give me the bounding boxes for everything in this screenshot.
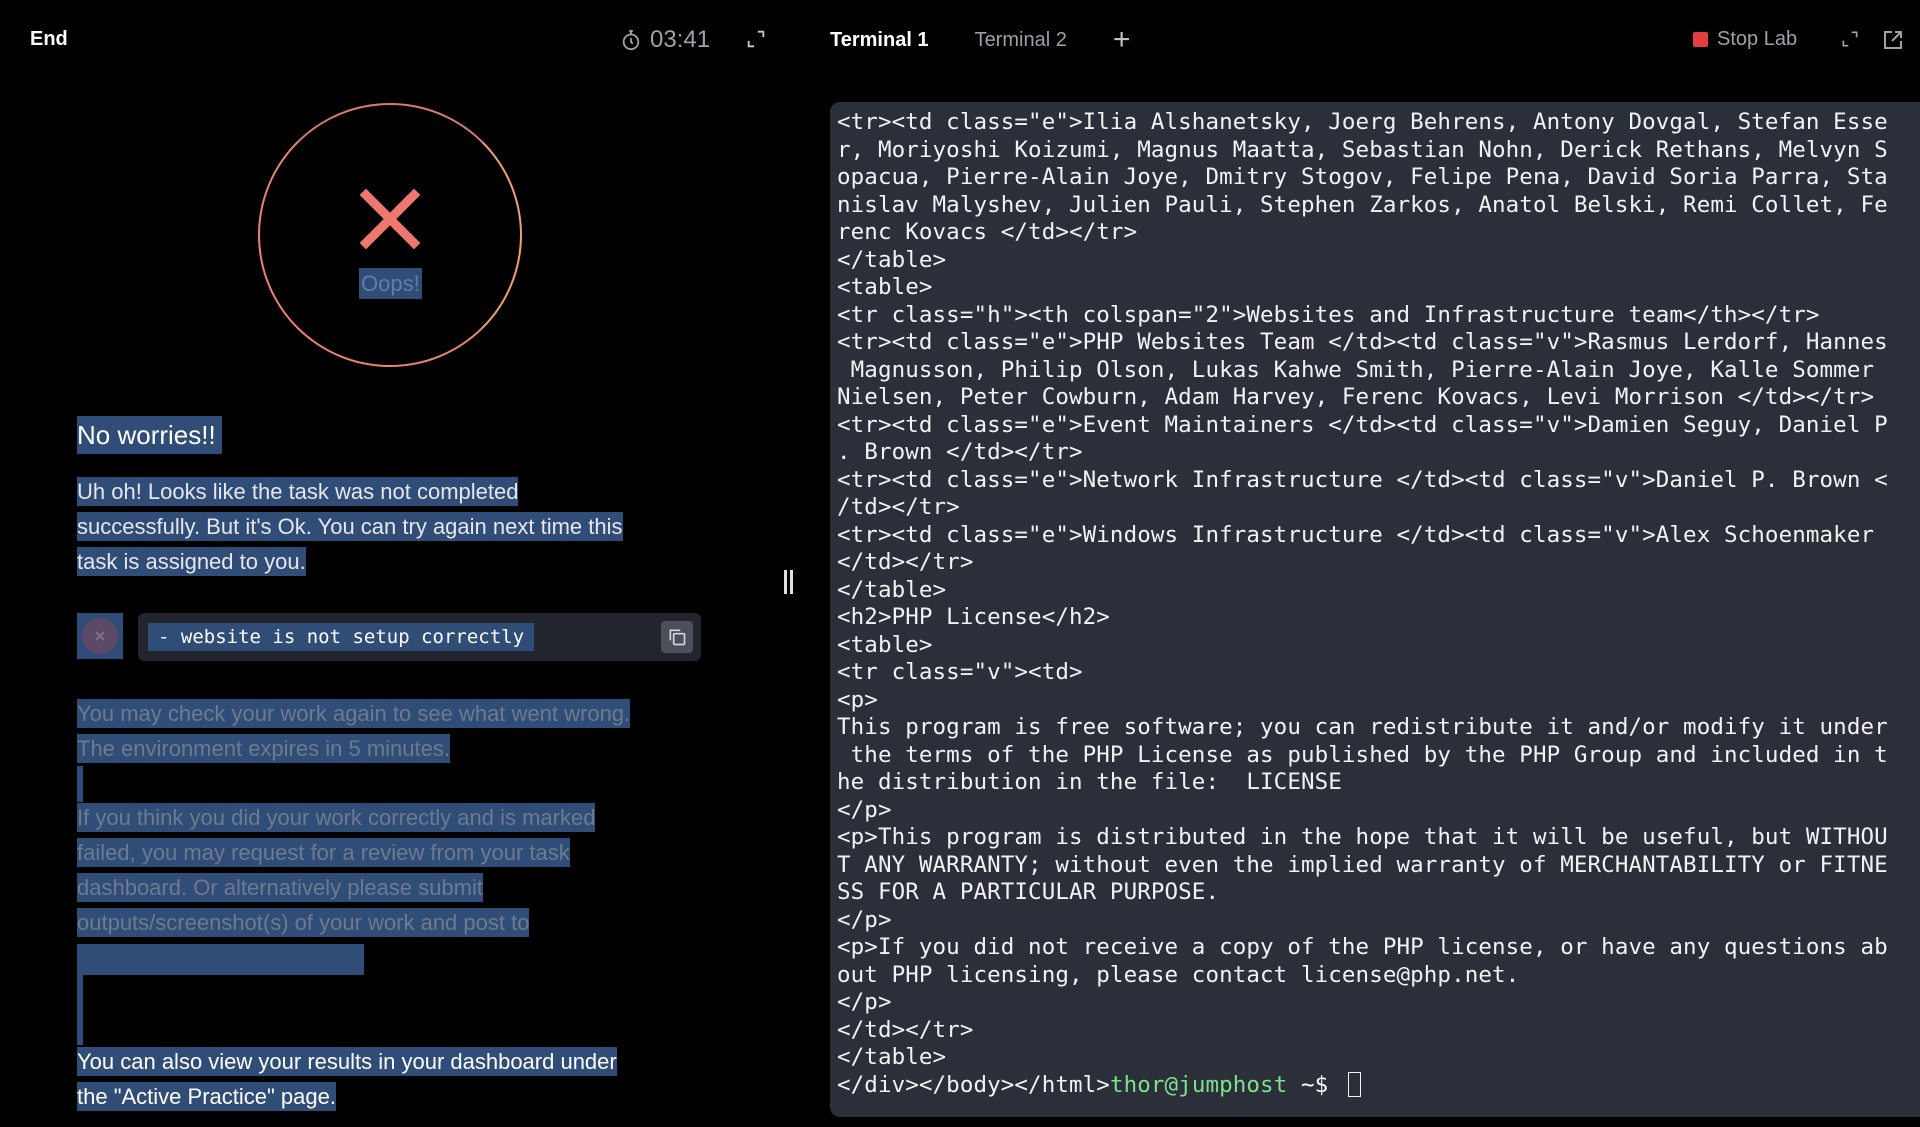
terminal-line: the terms of the PHP License as publishe… [837,741,1888,768]
copy-icon [669,629,686,646]
expand-icon[interactable] [745,28,767,55]
terminal-line: <tr class="v"><td> [837,659,1083,685]
stop-icon [1693,32,1708,47]
tab-terminal-1[interactable]: Terminal 1 [830,29,929,52]
left-header: End 03:41 [0,0,800,80]
terminal-line: <tr><td class="e">Event Maintainers </td… [837,411,1888,438]
terminal-line: /td></tr> [837,494,960,520]
terminal-line: <p>This program is distributed in the ho… [837,824,1888,850]
result-title: No worries!! [77,416,222,454]
terminal-line: </table> [837,576,947,603]
terminal-line: Magnusson, Philip Olson, Lukas Kahwe Smi… [837,356,1875,383]
message-line: successfully. But it's Ok. You can try a… [77,512,623,541]
terminal-line: <table> [837,274,933,300]
terminal-line: <p>If you did not receive a copy of the … [837,934,1888,960]
pane-resize-handle[interactable] [784,570,796,599]
message-line: failed, you may request for a review fro… [77,838,570,867]
terminal-line: out PHP licensing, please contact licens… [837,961,1520,988]
terminal-line: T ANY WARRANTY; without even the implied… [837,851,1888,878]
expand-icon[interactable] [1840,29,1860,54]
stop-lab-button[interactable]: Stop Lab [1693,28,1797,51]
result-label: Oops! [359,268,422,299]
message-line: dashboard. Or alternatively please submi… [77,873,483,902]
prompt-path: ~$ [1287,1071,1342,1098]
terminal-cursor [1347,1071,1361,1097]
stopwatch-icon [622,29,640,51]
terminal-line: <p> [837,686,878,713]
result-message: Uh oh! Looks like the task was not compl… [77,474,717,579]
end-button[interactable]: End [30,28,68,51]
terminal-line: nislav Malyshev, Julien Pauli, Stephen Z… [837,191,1888,218]
terminal-line: r, Moriyoshi Koizumi, Magnus Maatta, Seb… [837,136,1888,163]
terminal-window[interactable]: <tr><td class="e">Ilia Alshanetsky, Joer… [830,102,1920,1117]
result-status-circle: Oops! [258,103,522,367]
terminal-line-output: </div></body></html> [837,1071,1110,1098]
message-line: task is assigned to you. [77,547,306,576]
error-circle-x-icon [82,618,118,654]
terminal-line: <tr><td class="e">Windows Infrastructure… [837,521,1875,548]
terminal-line: <tr><td class="e">Ilia Alshanetsky, Joer… [837,109,1888,135]
terminal-line: </table> [837,246,947,273]
error-row: - website is not setup correctly [77,613,701,661]
tab-terminal-2[interactable]: Terminal 2 [975,29,1067,52]
terminal-line: </table> [837,1044,947,1070]
terminal-line: <tr class="h"><th colspan="2">Websites a… [837,301,1820,328]
terminal-line: </p> [837,796,892,823]
terminal-line: </td></tr> [837,1016,974,1043]
message-line: The environment expires in 5 minutes. [77,734,450,763]
message-line: the "Active Practice" page. [77,1082,336,1111]
selection-gap [77,975,83,1045]
message-line: You can also view your results in your d… [77,1047,617,1076]
add-tab-button[interactable]: + [1113,25,1131,55]
timer: 03:41 [620,26,710,54]
terminal-line: renc Kovacs </td></tr> [837,219,1138,245]
review-request-message: If you think you did your work correctly… [77,800,717,975]
external-link-icon[interactable] [1881,28,1905,57]
terminal-prompt-line: </div></body></html>thor@jumphost ~$ [837,1071,1913,1100]
terminal-line: </p> [837,989,892,1015]
terminal-line: . Brown </td></tr> [837,439,1083,465]
message-line: You may check your work again to see wha… [77,699,631,728]
message-line: Uh oh! Looks like the task was not compl… [77,477,519,506]
timer-value: 03:41 [650,26,711,53]
error-message: - website is not setup correctly [148,623,535,651]
copy-button[interactable] [661,621,693,653]
prompt-user: thor@jumphost [1109,1071,1288,1098]
terminal-line: opacua, Pierre-Alain Joye, Dmitry Stogov… [837,164,1888,190]
obscured-link[interactable] [77,943,364,975]
terminal-line: This program is free software; you can r… [837,714,1888,740]
terminal-output: <tr><td class="e">Ilia Alshanetsky, Joer… [837,109,1913,1099]
error-message-box: - website is not setup correctly [138,613,701,661]
terminal-line: <table> [837,631,933,658]
error-icon-box [77,613,123,659]
stop-lab-label: Stop Lab [1717,28,1798,50]
terminal-line: SS FOR A PARTICULAR PURPOSE. [837,879,1220,905]
view-results-message: You can also view your results in your d… [77,1044,717,1114]
selection-gap [77,766,83,802]
terminal-line: <tr><td class="e">PHP Websites Team </td… [837,329,1888,355]
fail-x-icon [360,189,420,249]
terminal-pane: Terminal 1 Terminal 2 + Stop Lab <tr><td… [800,0,1920,1127]
terminal-line: <tr><td class="e">Network Infrastructure… [837,466,1888,493]
terminal-line: </td></tr> [837,549,974,575]
task-result-pane: End 03:41 Oops! No worries!! Uh oh! Look… [0,0,800,1127]
message-line: If you think you did your work correctly… [77,803,596,832]
terminal-tabs: Terminal 1 Terminal 2 + [830,0,1130,80]
terminal-line: </p> [837,906,892,933]
message-line: outputs/screenshot(s) of your work and p… [77,908,530,937]
terminal-line: <h2>PHP License</h2> [837,604,1110,630]
terminal-line: Nielsen, Peter Cowburn, Adam Harvey, Fer… [837,384,1875,410]
check-work-message: You may check your work again to see wha… [77,696,717,766]
terminal-line: he distribution in the file: LICENSE [837,769,1342,795]
